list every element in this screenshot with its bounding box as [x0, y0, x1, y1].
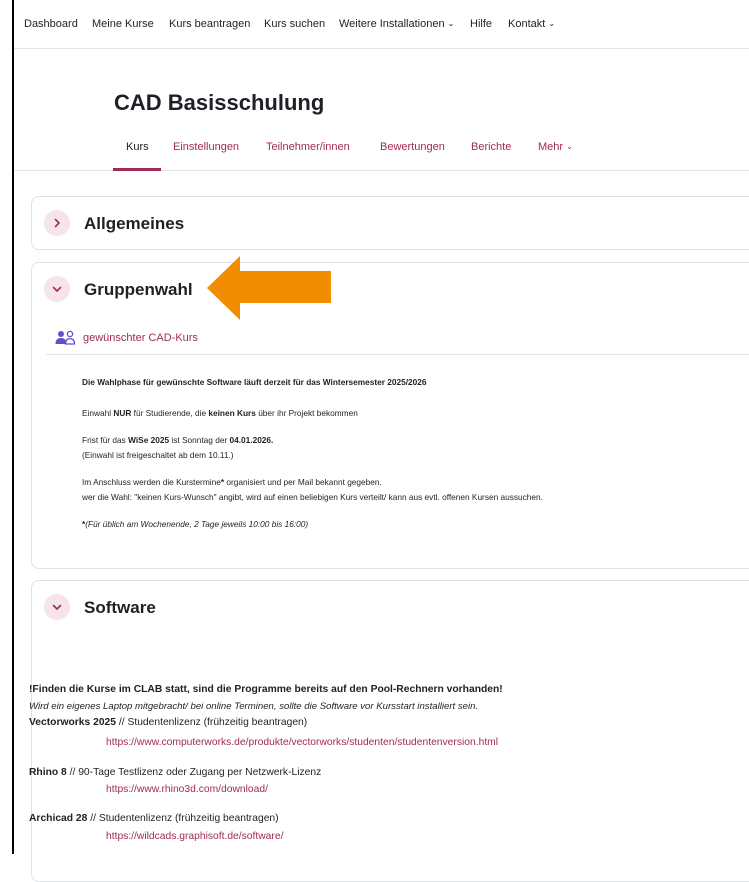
- chevron-down-icon: ⌄: [566, 142, 573, 151]
- section-toggle-button[interactable]: [44, 594, 70, 620]
- gruppenwahl-heading: Die Wahlphase für gewünschte Software lä…: [82, 377, 427, 387]
- chevron-down-icon: [52, 604, 62, 610]
- tab-bewertungen[interactable]: Bewertungen: [380, 141, 445, 153]
- nav-hilfe[interactable]: Hilfe: [470, 18, 492, 30]
- page-title: CAD Basisschulung: [114, 90, 325, 115]
- software-item: Archicad 28 // Studentenlizenz (frühzeit…: [29, 813, 279, 824]
- software-item: Vectorworks 2025 // Studentenlizenz (frü…: [29, 717, 308, 728]
- nav-dashboard[interactable]: Dashboard: [24, 18, 78, 30]
- software-notice-italic: Wird ein eigenes Laptop mitgebracht/ bei…: [29, 701, 479, 712]
- tab-mehr-label: Mehr: [538, 141, 564, 153]
- gruppenwahl-text-line: Einwahl NUR für Studierende, die keinen …: [82, 408, 358, 418]
- tab-mehr[interactable]: Mehr ⌄: [538, 141, 573, 153]
- nav-kurs-suchen[interactable]: Kurs suchen: [264, 18, 325, 30]
- nav-kontakt[interactable]: Kontakt ⌄: [508, 18, 555, 30]
- chevron-down-icon: [52, 286, 62, 292]
- nav-weitere-installationen[interactable]: Weitere Installationen ⌄: [339, 18, 454, 30]
- gruppenwahl-text-line: (Einwahl ist freigeschaltet ab dem 10.11…: [82, 450, 234, 460]
- section-title[interactable]: Allgemeines: [84, 214, 184, 234]
- group-choice-icon: [55, 330, 76, 345]
- tab-einstellungen[interactable]: Einstellungen: [173, 141, 239, 153]
- tab-teilnehmer[interactable]: Teilnehmer/innen: [266, 141, 350, 153]
- tab-berichte[interactable]: Berichte: [471, 141, 511, 153]
- activity-link-gewuenschter-cad-kurs[interactable]: gewünschter CAD-Kurs: [83, 332, 198, 344]
- tab-kurs[interactable]: Kurs: [126, 141, 149, 153]
- gruppenwahl-footnote: *(Für üblich am Wochenende, 2 Tage jewei…: [82, 519, 309, 529]
- chevron-down-icon: ⌄: [548, 19, 556, 28]
- software-link-rhino[interactable]: https://www.rhino3d.com/download/: [106, 784, 268, 795]
- orange-arrow-annotation: [207, 256, 331, 320]
- section-title[interactable]: Gruppenwahl: [84, 280, 193, 300]
- software-link-vectorworks[interactable]: https://www.computerworks.de/produkte/ve…: [106, 737, 498, 748]
- nav-kontakt-label: Kontakt: [508, 18, 546, 30]
- gruppenwahl-text-line: Im Anschluss werden die Kurstermine* org…: [82, 477, 382, 487]
- chevron-right-icon: [54, 218, 60, 228]
- software-link-archicad[interactable]: https://wildcads.graphisoft.de/software/: [106, 831, 283, 842]
- section-allgemeines: Allgemeines: [31, 196, 749, 250]
- chevron-down-icon: ⌄: [447, 19, 455, 28]
- software-item: Rhino 8 // 90-Tage Testlizenz oder Zugan…: [29, 767, 322, 778]
- divider: [46, 354, 749, 355]
- course-secondary-navigation: Kurs Einstellungen Teilnehmer/innen Bewe…: [14, 126, 749, 171]
- nav-meine-kurse[interactable]: Meine Kurse: [92, 18, 154, 30]
- section-toggle-button[interactable]: [44, 276, 70, 302]
- gruppenwahl-text-line: Frist für das WiSe 2025 ist Sonntag der …: [82, 435, 274, 445]
- active-tab-indicator: [113, 168, 161, 171]
- section-title[interactable]: Software: [84, 598, 156, 618]
- nav-kurs-beantragen[interactable]: Kurs beantragen: [169, 18, 250, 30]
- section-toggle-button[interactable]: [44, 210, 70, 236]
- top-navigation: Dashboard Meine Kurse Kurs beantragen Ku…: [14, 0, 749, 49]
- nav-weitere-installationen-label: Weitere Installationen: [339, 18, 445, 30]
- gruppenwahl-text-line: wer die Wahl: "keinen Kurs-Wunsch" angib…: [82, 492, 543, 502]
- software-notice: !Finden die Kurse im CLAB statt, sind di…: [29, 684, 503, 695]
